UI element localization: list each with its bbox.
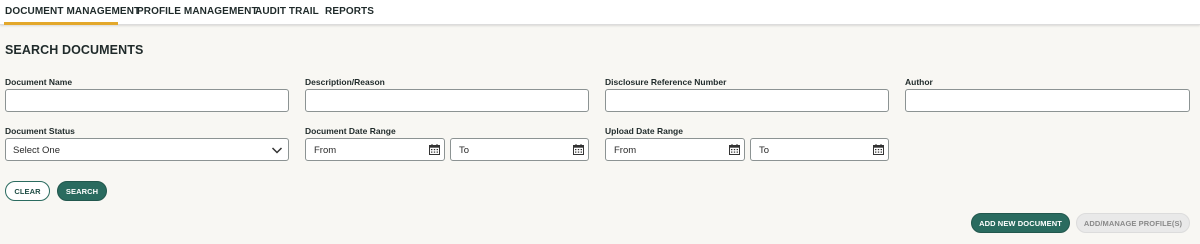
tab-profile-management[interactable]: PROFILE MANAGEMENT bbox=[137, 6, 258, 17]
disclosure-label: Disclosure Reference Number bbox=[605, 77, 727, 87]
author-label: Author bbox=[905, 77, 933, 87]
document-date-range-label: Document Date Range bbox=[305, 126, 396, 136]
upload-date-from-placeholder: From bbox=[614, 145, 637, 156]
document-name-label: Document Name bbox=[5, 77, 73, 87]
document-name-input[interactable] bbox=[5, 89, 289, 112]
calendar-icon[interactable] bbox=[429, 144, 440, 155]
search-button[interactable]: SEARCH bbox=[57, 181, 107, 201]
tab-audit-trail[interactable]: AUDIT TRAIL bbox=[255, 6, 319, 17]
description-input[interactable] bbox=[305, 89, 589, 112]
document-date-from-placeholder: From bbox=[314, 145, 337, 156]
upload-date-from-input[interactable]: From bbox=[605, 138, 745, 161]
page-title: SEARCH DOCUMENTS bbox=[5, 43, 144, 57]
top-nav: DOCUMENT MANAGEMENT PROFILE MANAGEMENT A… bbox=[0, 0, 1200, 25]
clear-button[interactable]: CLEAR bbox=[5, 181, 50, 201]
disclosure-reference-input[interactable] bbox=[605, 89, 889, 112]
upload-date-to-placeholder: To bbox=[759, 145, 770, 156]
add-manage-profiles-button[interactable]: ADD/MANAGE PROFILE(S) bbox=[1076, 213, 1190, 233]
add-new-document-button[interactable]: ADD NEW DOCUMENT bbox=[971, 213, 1070, 233]
description-label: Description/Reason bbox=[305, 77, 385, 87]
calendar-icon[interactable] bbox=[573, 144, 584, 155]
active-tab-indicator bbox=[4, 22, 118, 25]
calendar-icon[interactable] bbox=[729, 144, 740, 155]
tab-reports[interactable]: REPORTS bbox=[325, 6, 374, 17]
document-status-label: Document Status bbox=[5, 126, 75, 136]
chevron-down-icon bbox=[271, 147, 283, 154]
tab-document-management[interactable]: DOCUMENT MANAGEMENT bbox=[5, 6, 140, 17]
document-date-to-input[interactable]: To bbox=[450, 138, 589, 161]
author-input[interactable] bbox=[905, 89, 1190, 112]
document-date-from-input[interactable]: From bbox=[305, 138, 445, 161]
document-date-to-placeholder: To bbox=[459, 145, 470, 156]
document-status-select[interactable]: Select One bbox=[5, 138, 289, 161]
document-status-value: Select One bbox=[13, 145, 60, 156]
upload-date-to-input[interactable]: To bbox=[750, 138, 889, 161]
upload-date-range-label: Upload Date Range bbox=[605, 126, 683, 136]
calendar-icon[interactable] bbox=[873, 144, 884, 155]
